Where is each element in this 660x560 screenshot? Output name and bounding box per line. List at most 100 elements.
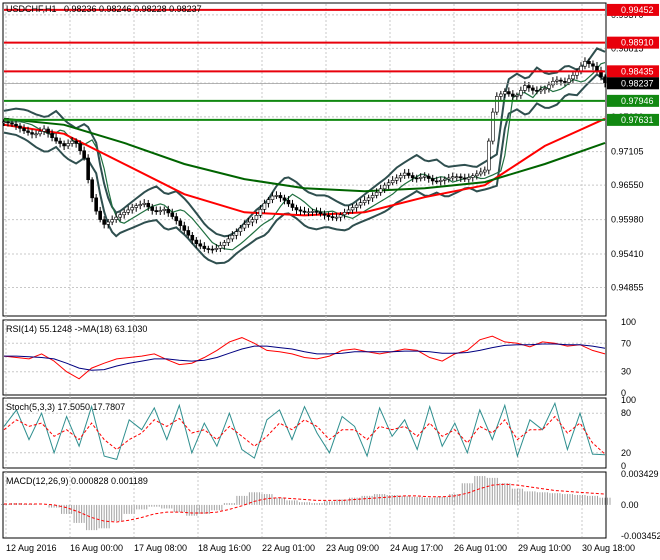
candle-body — [50, 133, 54, 138]
candle-body — [390, 180, 395, 184]
candle-body — [6, 121, 10, 124]
candle-body — [603, 76, 607, 84]
candle-body — [98, 210, 102, 220]
candle-body — [34, 133, 38, 136]
candle-body — [66, 143, 70, 147]
chart-ohlc-label: 0.98236 0.98246 0.98228 0.98237 — [64, 4, 202, 14]
candle-body — [535, 90, 539, 92]
trading-chart[interactable]: 0.993700.988150.982400.976800.971050.965… — [0, 0, 660, 560]
resistance-level-label: 0.98435 — [621, 66, 654, 76]
candle-body — [310, 211, 315, 213]
candle-body — [531, 87, 535, 91]
candle-body — [114, 216, 118, 220]
candle-body — [190, 234, 195, 241]
x-tick-label: 30 Aug 18:00 — [582, 543, 635, 553]
candle-body — [270, 195, 275, 200]
candle-body — [350, 207, 355, 211]
candle-body — [26, 130, 30, 133]
rsi-y-tick: 30 — [621, 367, 631, 377]
stoch-y-tick: 100 — [621, 395, 636, 405]
candle-body — [374, 192, 379, 196]
candle-body — [194, 239, 199, 245]
stoch-title: Stoch(5,3,3) 17.5050 17.7807 — [6, 402, 125, 412]
candle-body — [523, 85, 527, 91]
support-level-label: 0.97946 — [621, 96, 654, 106]
candle-body — [74, 140, 78, 144]
candle-body — [442, 178, 447, 181]
candle-body — [330, 216, 335, 219]
candle-body — [78, 143, 82, 152]
candle-body — [370, 195, 375, 199]
candle-body — [487, 140, 491, 171]
candle-body — [386, 182, 391, 186]
candle-body — [218, 245, 223, 249]
stoch-y-tick: 80 — [621, 408, 631, 418]
x-tick-label: 18 Aug 16:00 — [198, 543, 251, 553]
y-tick-label: 0.96550 — [611, 180, 644, 190]
candle-body — [318, 211, 323, 214]
candle-body — [2, 121, 6, 124]
candle-body — [507, 91, 511, 95]
candle-body — [134, 205, 139, 208]
candle-body — [511, 93, 515, 97]
candle-body — [90, 179, 94, 199]
candle-body — [591, 63, 595, 67]
x-tick-label: 17 Aug 08:00 — [134, 543, 187, 553]
candle-body — [543, 88, 547, 91]
candle-body — [346, 209, 351, 213]
candle-body — [378, 188, 383, 193]
ma-long-line — [3, 117, 606, 193]
candle-body — [82, 150, 86, 159]
candle-body — [202, 245, 207, 249]
candle-body — [30, 132, 34, 135]
candle-body — [298, 209, 303, 212]
candle-body — [418, 177, 423, 179]
y-tick-label: 0.95410 — [611, 249, 644, 259]
x-tick-label: 16 Aug 00:00 — [70, 543, 123, 553]
candle-body — [338, 214, 343, 218]
candle-body — [118, 214, 122, 218]
bollinger-lower-band — [3, 72, 606, 265]
candle-body — [302, 210, 307, 213]
rsi-y-tick: 70 — [621, 338, 631, 348]
candle-body — [559, 79, 563, 82]
candle-body — [503, 91, 507, 95]
candle-body — [326, 215, 331, 217]
candle-body — [178, 220, 183, 226]
candle-body — [106, 221, 110, 225]
candle-body — [571, 74, 575, 80]
x-tick-label: 29 Aug 10:00 — [518, 543, 571, 553]
candle-body — [214, 248, 219, 250]
x-tick-label: 24 Aug 17:00 — [390, 543, 443, 553]
candle-body — [10, 122, 14, 125]
candle-body — [174, 216, 179, 222]
candle-body — [158, 210, 163, 213]
resistance-level-label: 0.98910 — [621, 38, 654, 48]
candle-body — [254, 215, 259, 220]
candle-body — [282, 197, 287, 201]
candle-body — [110, 219, 114, 223]
candle-body — [406, 172, 411, 176]
candle-body — [294, 207, 299, 211]
candle-body — [579, 65, 583, 72]
candle-body — [146, 202, 151, 208]
candle-body — [547, 84, 551, 89]
rsi-line — [3, 335, 606, 380]
candle-body — [258, 209, 263, 216]
candle-body — [482, 169, 487, 173]
candle-body — [210, 248, 215, 251]
candle-body — [250, 219, 255, 223]
candle-body — [42, 128, 46, 132]
rsi-y-tick: 100 — [621, 317, 636, 327]
candle-body — [166, 209, 171, 214]
candle-body — [206, 248, 211, 250]
current-price-label: 0.98237 — [621, 78, 654, 88]
y-tick-label: 0.95980 — [611, 215, 644, 225]
x-tick-label: 26 Aug 01:00 — [454, 543, 507, 553]
candle-body — [342, 212, 347, 216]
candle-body — [398, 175, 403, 179]
candle-body — [366, 197, 371, 201]
candle-body — [306, 211, 311, 214]
candle-body — [458, 176, 463, 179]
candle-body — [499, 93, 503, 97]
